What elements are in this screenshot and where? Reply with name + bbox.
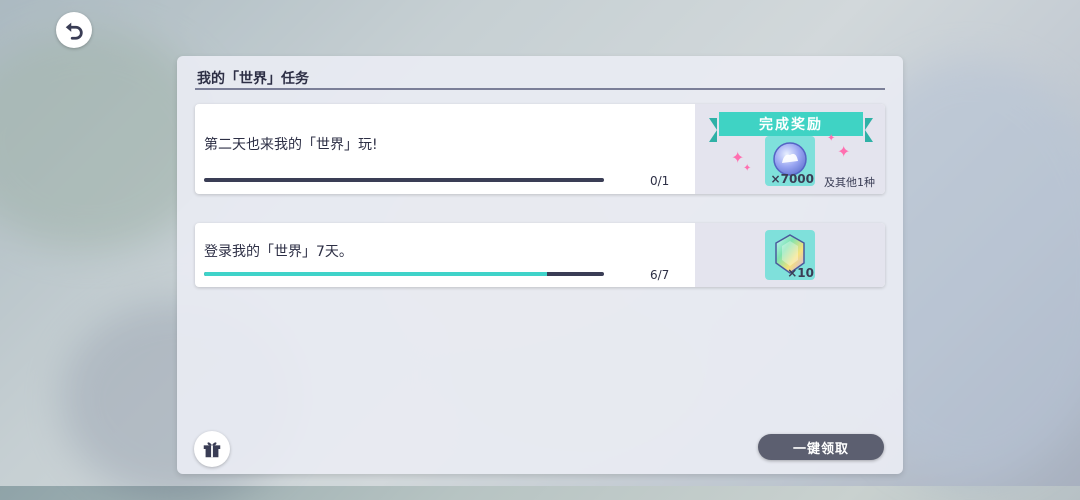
task-row[interactable]: 登录我的「世界」7天。 6/7 ×10	[195, 223, 885, 287]
task-panel: 我的「世界」任务 第二天也来我的「世界」玩! 0/1 完成奖励 ✦ ✦ ✦ ✦	[177, 56, 903, 474]
gift-icon	[203, 442, 221, 458]
progress-count: 0/1	[650, 174, 670, 188]
reward-banner: 完成奖励	[709, 112, 873, 142]
back-arrow-icon	[65, 22, 83, 40]
reward-area: 完成奖励 ✦ ✦ ✦ ✦ ×7000 及其他1种	[695, 104, 885, 194]
back-button[interactable]	[56, 12, 92, 48]
progress-count: 6/7	[650, 268, 670, 282]
task-description: 登录我的「世界」7天。	[204, 244, 353, 260]
reward-item[interactable]: ×7000	[765, 136, 815, 186]
progress-fill	[204, 272, 547, 276]
reward-extra-text: 及其他1种	[824, 176, 875, 189]
gift-button[interactable]	[194, 431, 230, 467]
panel-title: 我的「世界」任务	[197, 71, 309, 87]
sparkle-icon: ✦	[827, 133, 836, 144]
reward-quantity: ×10	[787, 266, 814, 280]
reward-area: ×10	[695, 223, 885, 287]
progress-bar	[204, 272, 604, 276]
sparkle-icon: ✦	[743, 163, 752, 174]
claim-all-button[interactable]: 一键领取	[758, 434, 884, 460]
task-description: 第二天也来我的「世界」玩!	[204, 137, 378, 153]
sparkle-icon: ✦	[837, 142, 851, 161]
task-row[interactable]: 第二天也来我的「世界」玩! 0/1 完成奖励 ✦ ✦ ✦ ✦ ×7000 及其他…	[195, 104, 885, 194]
reward-item[interactable]: ×10	[765, 230, 815, 280]
progress-bar	[204, 178, 604, 182]
reward-quantity: ×7000	[770, 172, 814, 186]
title-divider	[195, 88, 885, 90]
